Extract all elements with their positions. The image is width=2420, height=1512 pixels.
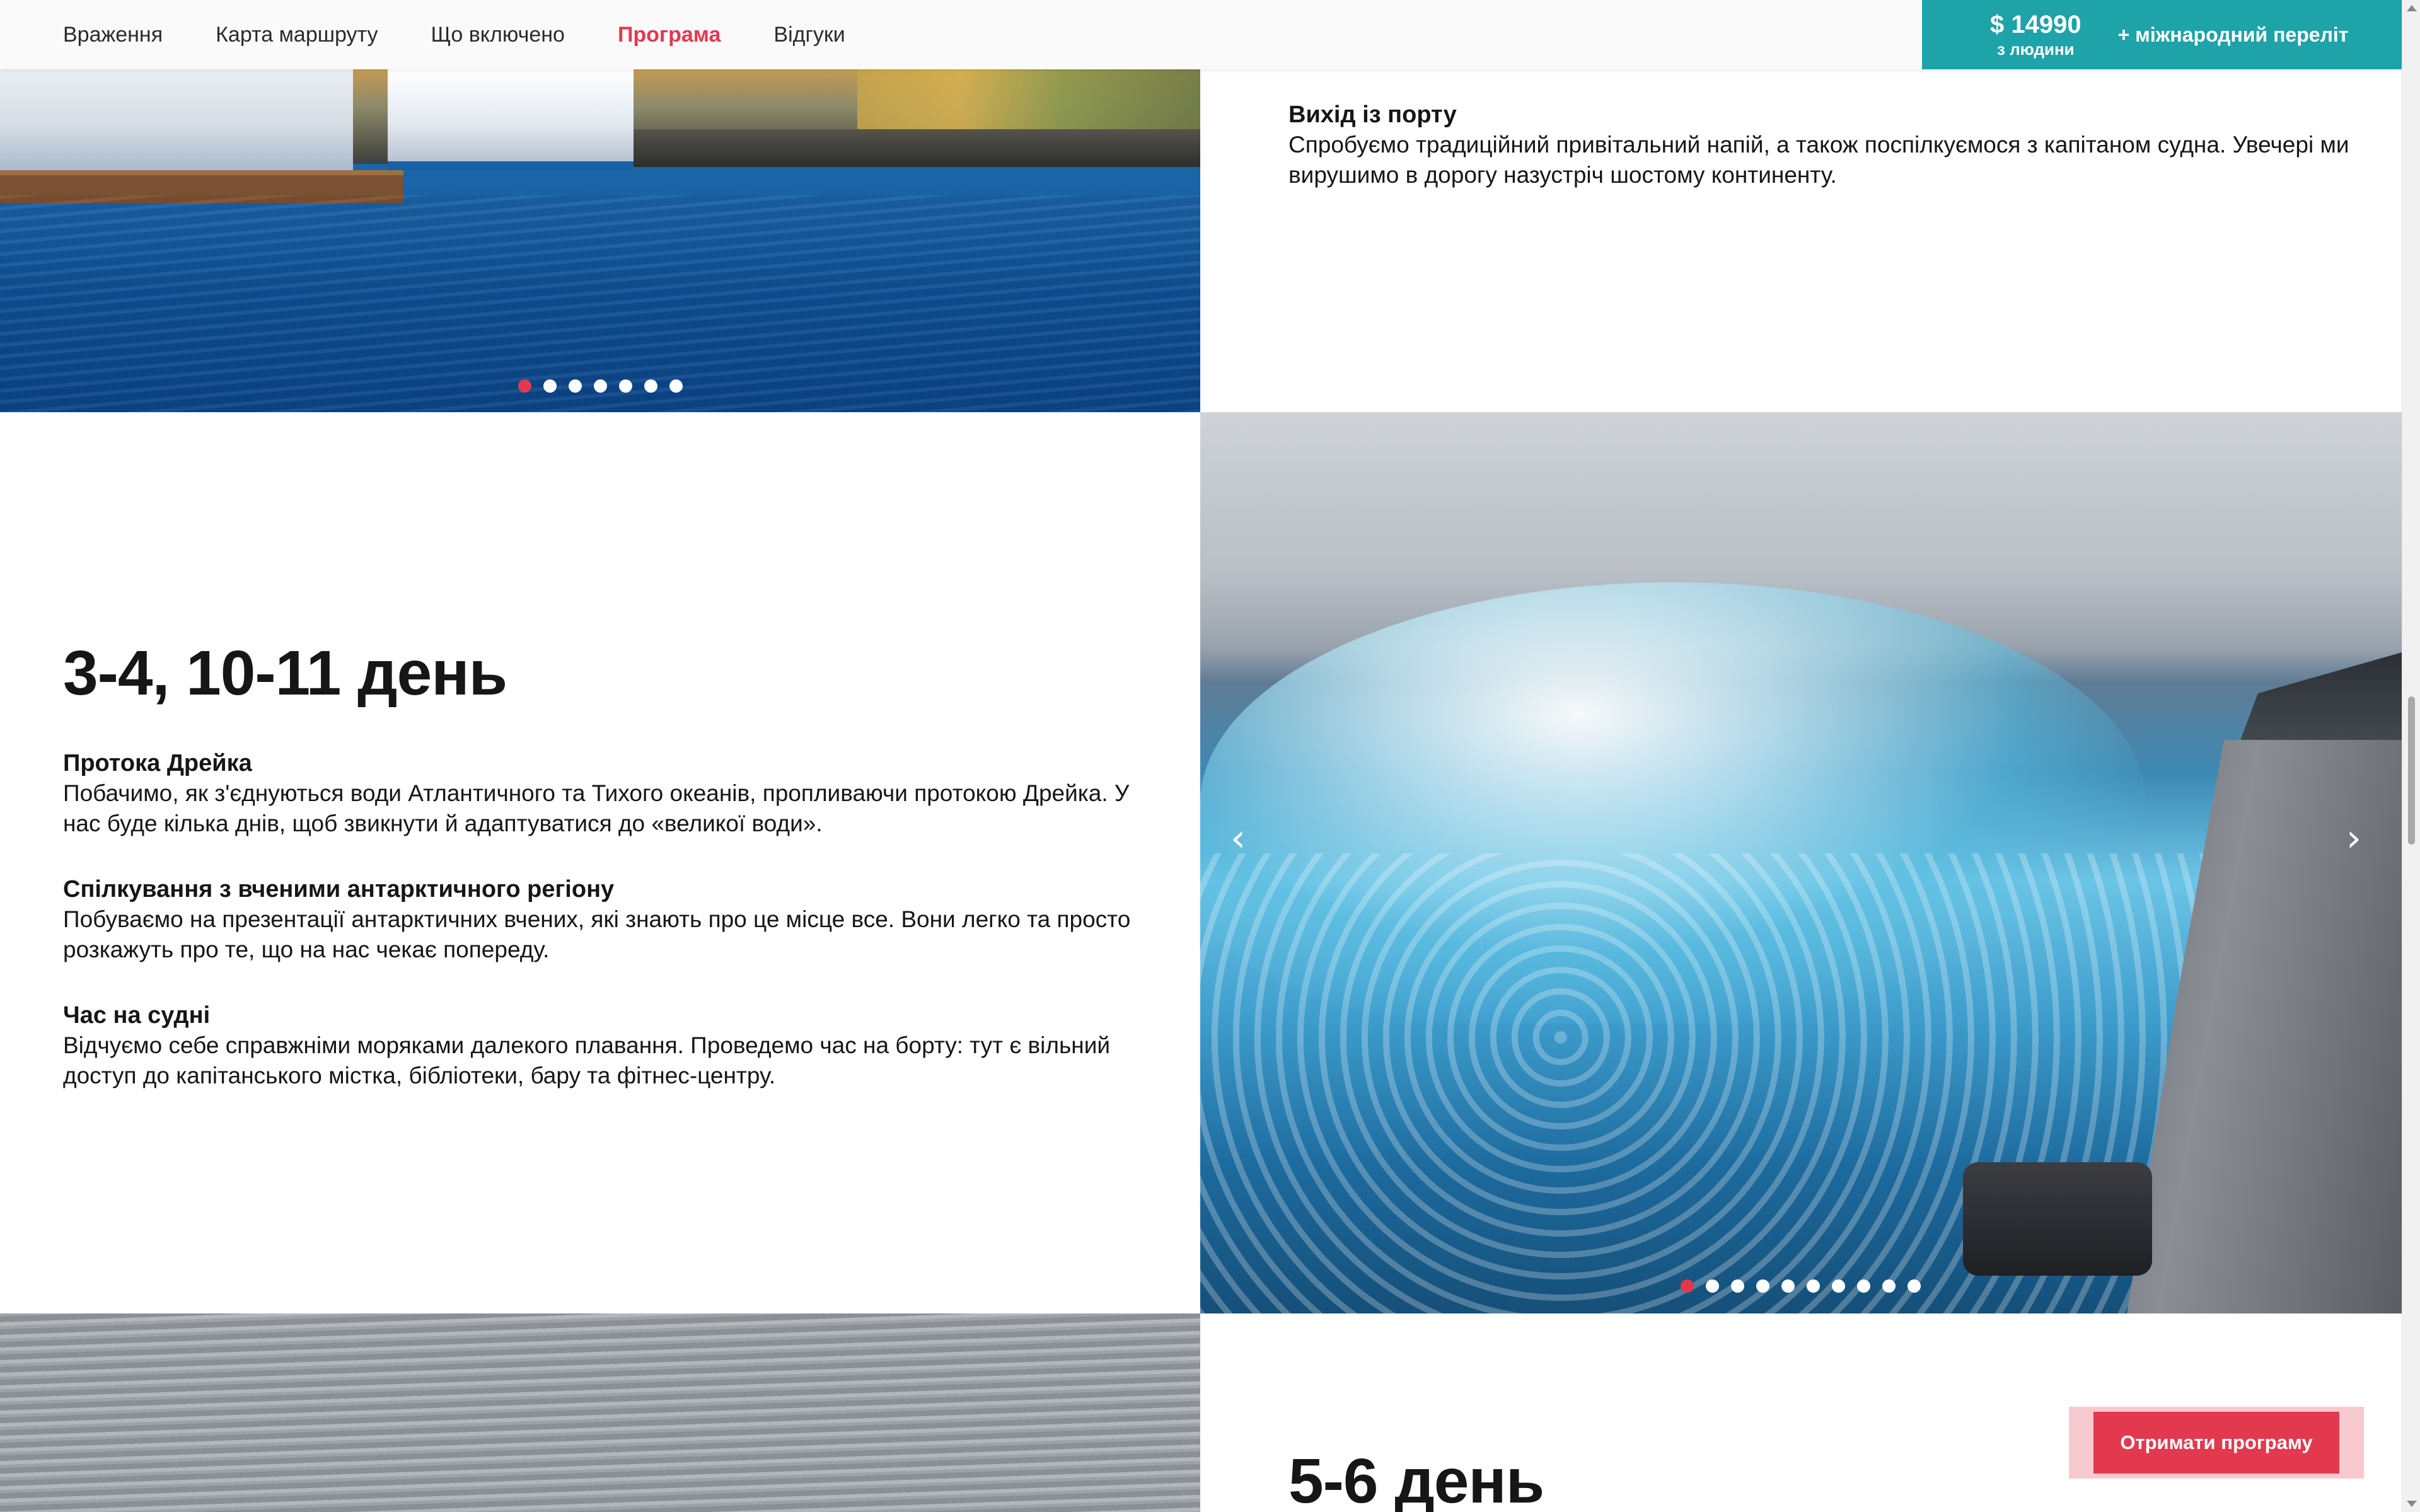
carousel-dot[interactable]: [1706, 1279, 1719, 1293]
carousel-dot[interactable]: [619, 379, 632, 393]
price-per-person: з людини: [1996, 40, 2075, 59]
chevron-right-icon[interactable]: ›: [2346, 819, 2361, 857]
section2-text: Протока Дрейка Побачимо, як з'єднуються …: [63, 748, 1135, 1126]
carousel-dot[interactable]: [1908, 1279, 1921, 1293]
harbor-ship: [388, 69, 634, 170]
day-heading: 5-6 день: [1288, 1446, 1544, 1512]
chevron-left-icon[interactable]: ‹: [1230, 819, 1246, 857]
harbor-photo-carousel: [0, 69, 1200, 412]
program-item: Протока Дрейка Побачимо, як з'єднуються …: [63, 748, 1135, 839]
carousel-dot[interactable]: [1756, 1279, 1769, 1293]
wave-photo-carousel: [1200, 412, 2402, 1313]
get-program-button[interactable]: Отримати програму: [2093, 1412, 2339, 1474]
carousel-dot[interactable]: [569, 379, 582, 393]
nav-link-reviews[interactable]: Відгуки: [773, 23, 845, 47]
program-item-title: Вихід із порту: [1288, 101, 1457, 128]
scroll-down-arrow-icon[interactable]: [2407, 1501, 2417, 1507]
price-info: $ 14990 з людини: [1990, 12, 2081, 57]
nav-link-route-map[interactable]: Карта маршруту: [216, 23, 378, 47]
carousel-dot[interactable]: [543, 379, 557, 393]
top-navigation: Враження Карта маршруту Що включено Прог…: [0, 0, 2402, 69]
carousel-dots: [518, 379, 683, 393]
program-item: Вихід із порту Спробуємо традиційний при…: [1288, 100, 2360, 190]
harbor-breakwater: [634, 129, 1200, 167]
program-item: Спілкування з вченими антарктичного регі…: [63, 874, 1135, 965]
carousel-dot[interactable]: [1731, 1279, 1744, 1293]
carousel-dot[interactable]: [518, 379, 531, 393]
day-heading: 3-4, 10-11 день: [63, 638, 507, 708]
price-flight-note: + міжнародний переліт: [2117, 23, 2349, 46]
program-item-text: Відчуємо себе справжніми моряками далеко…: [63, 1032, 1111, 1088]
nav-links: Враження Карта маршруту Що включено Прог…: [63, 0, 845, 69]
carousel-dot[interactable]: [594, 379, 607, 393]
nav-link-impressions[interactable]: Враження: [63, 23, 163, 47]
nav-link-included[interactable]: Що включено: [431, 23, 565, 47]
ship-bollard: [1963, 1162, 2152, 1276]
carousel-dot[interactable]: [1781, 1279, 1795, 1293]
carousel-dot[interactable]: [644, 379, 657, 393]
carousel-dot[interactable]: [1807, 1279, 1820, 1293]
program-item-title: Спілкування з вченими антарктичного регі…: [63, 876, 615, 903]
carousel-dot[interactable]: [1882, 1279, 1896, 1293]
sea-photo: [0, 1313, 1200, 1512]
carousel-dot[interactable]: [1857, 1279, 1870, 1293]
carousel-dot[interactable]: [1832, 1279, 1845, 1293]
nav-link-program[interactable]: Програма: [618, 23, 721, 47]
price-amount: $ 14990: [1990, 11, 2081, 38]
carousel-dot[interactable]: [669, 379, 683, 393]
program-item-title: Час на судні: [63, 1002, 211, 1029]
price-box[interactable]: $ 14990 з людини + міжнародний переліт: [1922, 0, 2402, 69]
carousel-dots: [1681, 1279, 1921, 1293]
scroll-up-arrow-icon[interactable]: [2407, 5, 2417, 11]
program-item-title: Протока Дрейка: [63, 750, 252, 776]
program-item: Час на судні Відчуємо себе справжніми мо…: [63, 1000, 1135, 1091]
page-scrollbar[interactable]: [2402, 0, 2420, 1512]
program-item-text: Спробуємо традиційний привітальний напій…: [1288, 132, 2349, 188]
scrollbar-thumb[interactable]: [2408, 696, 2415, 845]
program-item-text: Побуваємо на презентації антарктичних вч…: [63, 906, 1131, 962]
cta-container: Отримати програму: [2069, 1407, 2364, 1479]
section1-text: Вихід із порту Спробуємо традиційний при…: [1288, 100, 2360, 226]
carousel-dot[interactable]: [1681, 1279, 1694, 1293]
program-item-text: Побачимо, як з'єднуються води Атлантично…: [63, 780, 1130, 836]
